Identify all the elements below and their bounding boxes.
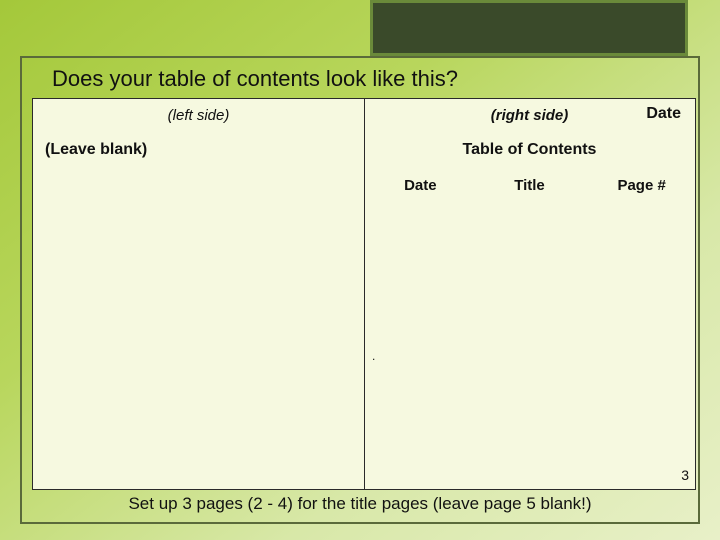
right-pane: (right side) Date Table of Contents Date… — [364, 99, 695, 489]
col-date-header: Date — [364, 177, 457, 194]
toc-title: Table of Contents — [364, 141, 695, 159]
left-side-label: (left side) — [33, 107, 364, 124]
left-pane: (left side) (Leave blank) — [33, 99, 364, 489]
page-number: 3 — [681, 467, 689, 483]
center-dot: . — [372, 349, 375, 363]
decorative-block — [370, 0, 688, 56]
col-title-header: Title — [457, 177, 603, 194]
date-top-label: Date — [646, 105, 681, 123]
slide-title: Does your table of contents look like th… — [52, 66, 458, 92]
col-page-header: Page # — [602, 177, 695, 194]
leave-blank-text: (Leave blank) — [45, 141, 147, 159]
column-headers: Date Title Page # — [364, 177, 695, 194]
footer-instruction: Set up 3 pages (2 - 4) for the title pag… — [22, 494, 698, 514]
slide-frame: Does your table of contents look like th… — [20, 56, 700, 524]
notebook: (left side) (Leave blank) (right side) D… — [32, 98, 696, 490]
